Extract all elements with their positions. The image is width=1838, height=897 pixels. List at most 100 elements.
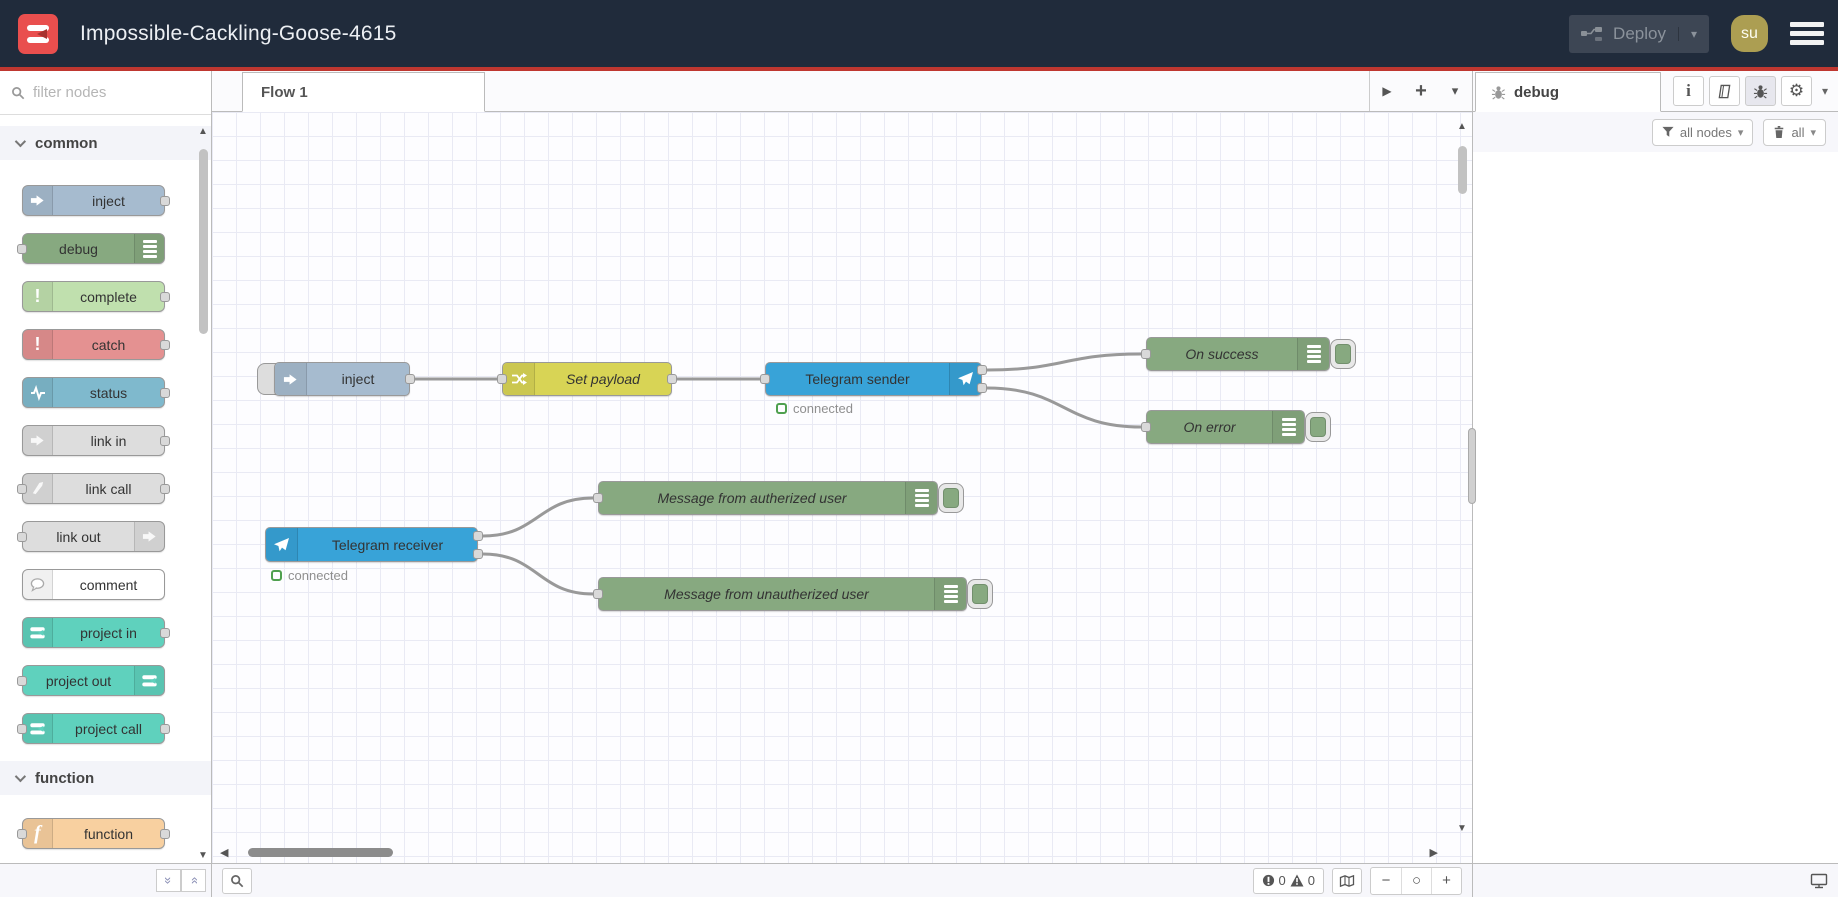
status-connected-icon — [271, 570, 282, 581]
flow-canvas[interactable]: inject Set payload Telegram sender conne… — [212, 112, 1472, 863]
deploy-options-caret-icon[interactable]: ▾ — [1677, 26, 1697, 41]
tab-debug[interactable]: debug — [1475, 72, 1661, 112]
wire[interactable] — [482, 552, 594, 596]
chevron-down-icon: ▾ — [1810, 126, 1816, 139]
sidebar-resize-grip[interactable] — [1468, 428, 1476, 504]
canvas-search-button[interactable] — [222, 867, 252, 894]
wire[interactable] — [986, 386, 1142, 429]
scroll-down-icon[interactable]: ▼ — [198, 851, 208, 861]
tab-flow-1[interactable]: Flow 1 — [242, 72, 485, 112]
flow-node-telegram-sender[interactable]: Telegram sender connected — [760, 362, 987, 416]
input-port[interactable] — [1141, 349, 1151, 359]
scrollbar-thumb[interactable] — [1458, 146, 1467, 194]
palette-node-comment[interactable]: comment — [22, 569, 165, 600]
canvas-horizontal-scrollbar[interactable]: ◀ ▶ — [220, 846, 1438, 860]
node-label: Message from unautherized user — [664, 586, 869, 602]
node-port — [17, 675, 27, 686]
palette-node-inject[interactable]: inject — [22, 185, 170, 216]
user-avatar[interactable]: su — [1731, 15, 1768, 52]
tab-scroll-right-button[interactable]: ▶ — [1370, 71, 1404, 111]
palette-category-function[interactable]: function — [0, 761, 211, 795]
palette-node-project-call[interactable]: project call — [17, 713, 170, 744]
info-tab-button[interactable]: i — [1672, 76, 1704, 106]
palette-scrollbar[interactable]: ▲ ▼ — [197, 127, 210, 861]
wire[interactable] — [482, 496, 594, 538]
node-label: Message from autherized user — [657, 490, 847, 506]
zoom-reset-button[interactable]: ○ — [1401, 867, 1431, 894]
palette-node-status[interactable]: status — [22, 377, 170, 408]
input-port[interactable] — [497, 374, 507, 384]
palette-node-complete[interactable]: ! complete — [22, 281, 170, 312]
sidebar-tabs-caret-icon[interactable]: ▾ — [1817, 84, 1833, 98]
sidebar-footer — [1473, 863, 1838, 897]
output-port[interactable] — [667, 374, 677, 384]
deploy-button[interactable]: Deploy ▾ — [1569, 14, 1709, 53]
palette-node-catch[interactable]: ! catch — [22, 329, 170, 360]
debug-tab-button[interactable] — [1744, 76, 1776, 106]
inject-arrow-icon — [275, 363, 307, 395]
output-port-1[interactable] — [473, 531, 483, 541]
palette-node-project-out[interactable]: project out — [17, 665, 165, 696]
output-port-2[interactable] — [473, 549, 483, 559]
node-port — [17, 483, 27, 494]
open-window-icon[interactable] — [1810, 873, 1828, 889]
flow-node-inject[interactable]: inject — [274, 362, 415, 396]
palette-filter-input[interactable] — [33, 84, 183, 101]
debug-messages-panel[interactable] — [1473, 152, 1838, 863]
main-menu-button[interactable] — [1790, 22, 1824, 45]
palette-node-link-out[interactable]: link out — [17, 521, 165, 552]
flow-node-set-payload[interactable]: Set payload — [497, 362, 677, 396]
flow-node-message-authorized[interactable]: Message from autherized user — [593, 481, 964, 515]
help-tab-button[interactable] — [1708, 76, 1740, 106]
scroll-up-icon[interactable]: ▲ — [1457, 122, 1467, 132]
scroll-down-icon[interactable]: ▼ — [1457, 824, 1467, 834]
expand-all-button[interactable]: » — [181, 869, 206, 892]
input-port[interactable] — [1141, 422, 1151, 432]
wire[interactable] — [986, 352, 1142, 372]
errors-warnings-button[interactable]: 0 0 — [1252, 867, 1324, 894]
output-port[interactable] — [405, 374, 415, 384]
navigator-map-button[interactable] — [1332, 867, 1362, 894]
scroll-up-icon[interactable]: ▲ — [198, 127, 208, 137]
palette-node-link-in[interactable]: link in — [22, 425, 170, 456]
flow-node-on-error[interactable]: On error — [1141, 410, 1331, 444]
palette-node-debug[interactable]: debug — [17, 233, 165, 264]
zoom-out-button[interactable]: − — [1371, 868, 1401, 894]
status-text: connected — [288, 568, 348, 583]
collapse-all-button[interactable]: » — [156, 869, 181, 892]
flow-node-message-unauthorized[interactable]: Message from unautherized user — [593, 577, 993, 611]
zoom-in-button[interactable]: + — [1431, 867, 1461, 894]
flow-node-telegram-receiver[interactable]: Telegram receiver connected — [265, 527, 483, 583]
flow-list-caret-button[interactable]: ▾ — [1438, 71, 1472, 111]
palette-node-function[interactable]: f function — [17, 818, 170, 849]
debug-toggle-button[interactable] — [938, 483, 964, 513]
sidebar-tab-buttons: i ⚙ ▾ — [1672, 76, 1838, 106]
search-icon — [12, 86, 25, 99]
output-port-1[interactable] — [977, 365, 987, 375]
add-flow-button[interactable]: + — [1404, 71, 1438, 111]
output-port-2[interactable] — [977, 383, 987, 393]
debug-toggle-button[interactable] — [967, 579, 993, 609]
debug-toggle-button[interactable] — [1330, 339, 1356, 369]
flow-node-on-success[interactable]: On success — [1141, 337, 1356, 371]
palette-node-link-call[interactable]: link call — [17, 473, 170, 504]
debug-toggle-button[interactable] — [1305, 412, 1331, 442]
scroll-right-icon[interactable]: ▶ — [1430, 846, 1438, 859]
palette-node-project-in[interactable]: project in — [22, 617, 170, 648]
debug-clear-dropdown[interactable]: all ▾ — [1763, 118, 1826, 146]
node-status: connected — [776, 401, 853, 416]
input-port[interactable] — [593, 493, 603, 503]
input-port[interactable] — [760, 374, 770, 384]
node-port — [160, 723, 170, 734]
input-port[interactable] — [593, 589, 603, 599]
scrollbar-thumb[interactable] — [248, 848, 393, 857]
tab-label: debug — [1514, 83, 1559, 101]
scroll-left-icon[interactable]: ◀ — [220, 846, 228, 859]
scrollbar-thumb[interactable] — [199, 149, 208, 334]
palette-search[interactable] — [0, 71, 211, 115]
debug-toolbar: all nodes ▾ all ▾ — [1473, 112, 1838, 152]
palette-node-label: status — [89, 384, 128, 401]
palette-category-common[interactable]: common — [0, 126, 211, 160]
config-nodes-tab-button[interactable]: ⚙ — [1780, 76, 1812, 106]
debug-filter-dropdown[interactable]: all nodes ▾ — [1651, 118, 1754, 146]
